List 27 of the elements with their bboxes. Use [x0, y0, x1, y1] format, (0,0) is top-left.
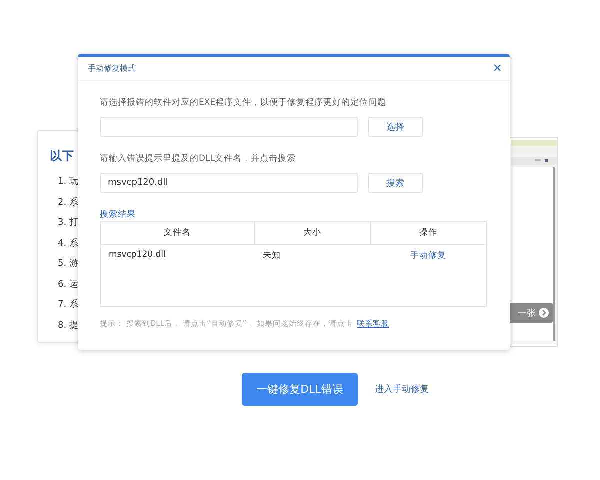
close-button[interactable]: × — [491, 61, 504, 76]
search-button[interactable]: 搜索 — [368, 173, 423, 193]
repair-button[interactable]: 一键修复DLL错误 — [242, 373, 358, 406]
column-header: 大小 — [255, 222, 371, 244]
table-cell-text: msvcp120.dll — [108, 249, 167, 262]
list-item: 8. 提 — [58, 320, 78, 332]
dialog-title: 手动修复模式 — [88, 63, 136, 74]
list-item: 4. 系 — [58, 238, 78, 250]
list-item: 1. 玩 — [58, 176, 78, 188]
list-item: 5. 游 — [58, 258, 78, 270]
list-item: 3. 打 — [58, 216, 78, 229]
list-item: 2. 系 — [58, 196, 78, 208]
column-header: 操作 — [418, 227, 438, 240]
field-label: 请输入错误提示里提及的DLL文件名，并点击搜索 — [100, 153, 296, 165]
choose-button[interactable]: 选择 — [368, 117, 423, 137]
field-label: 请选择报错的软件对应的EXE程序文件，以便于修复程序更好的定位问题 — [100, 97, 387, 109]
table-cell-text: 未知 — [262, 250, 282, 263]
chevron-icon — [539, 308, 549, 318]
repair-link[interactable]: 手动修复 — [410, 251, 446, 261]
manual-link[interactable]: 进入手动修复 — [375, 383, 429, 396]
list-item: 6. 运 — [58, 278, 78, 290]
card-title: 以下 — [50, 148, 74, 165]
column-header: 文件名 — [101, 222, 255, 244]
input-field[interactable]: msvcp120.dll — [100, 173, 358, 193]
list-item: 7. 系 — [58, 298, 78, 311]
input-field[interactable] — [100, 117, 358, 137]
section-title: 搜索结果 — [100, 209, 136, 221]
